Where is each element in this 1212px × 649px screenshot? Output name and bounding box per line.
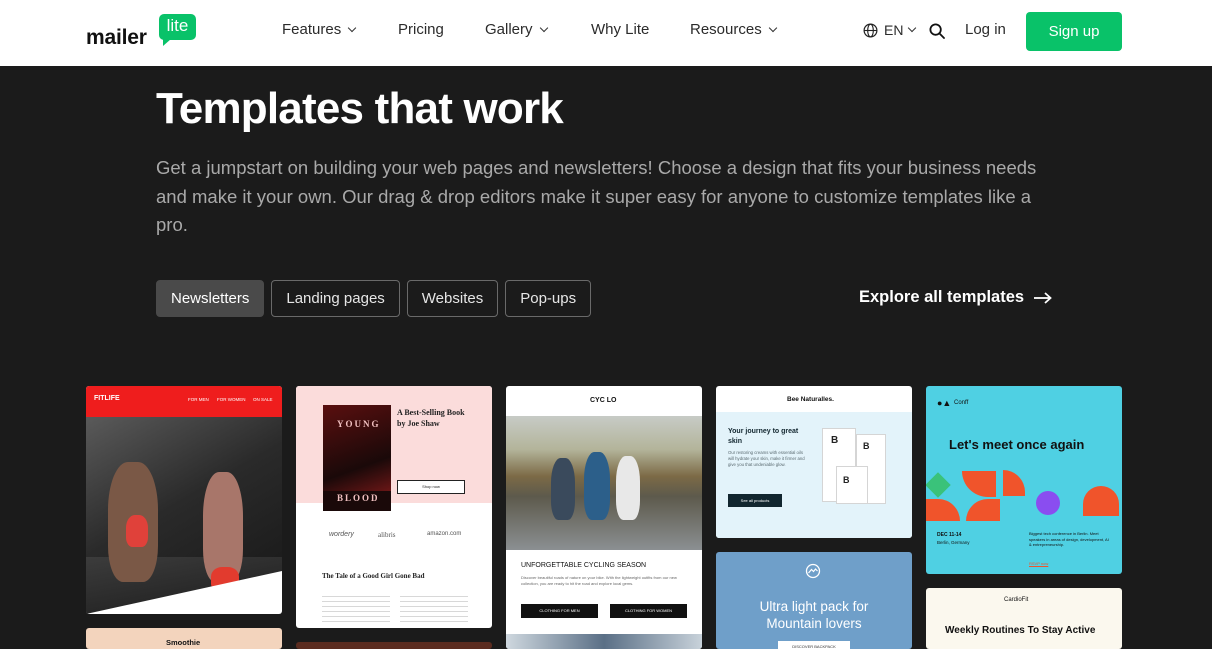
chevron-down-icon [347,23,357,32]
template-card-cyclo[interactable]: CYC LO UNFORGETTABLE CYCLING SEASON Disc… [506,386,702,649]
card-subtitle: The Tale of a Good Girl Gone Bad [322,572,425,580]
card-brand: CYC LO [590,397,617,404]
signup-button[interactable]: Sign up [1026,12,1122,51]
logo-word: mailer [86,26,147,49]
page-description: Get a jumpstart on building your web pag… [156,157,1037,235]
login-link[interactable]: Log in [965,21,1006,38]
template-card-fitlife[interactable]: FITLIFE FOR MEN FOR WOMEN ON SALE [86,386,282,614]
card-brand: FITLIFE [94,395,120,402]
nav-resources-label: Resources [690,21,762,38]
card-brand: Conff [954,400,969,406]
search-icon[interactable] [929,23,945,39]
conff-logo-icon: ●▲ [937,398,952,408]
arrow-right-icon [1034,291,1052,304]
globe-icon [863,23,878,37]
logo-badge: lite [159,14,196,46]
card-headline: Your journey to great skin [728,428,799,445]
mountain-logo-icon [805,563,821,579]
nav-gallery-label: Gallery [485,21,533,38]
athlete-figure [203,472,243,582]
cover-title-bottom: BLOOD [337,493,380,503]
nav-why-lite-label: Why Lite [591,21,650,38]
card-headline: Weekly Routines To Stay Active [945,625,1096,636]
card-headline: A Best-Selling Book by Joe Shaw [397,408,465,428]
chevron-down-icon [768,23,777,32]
tab-websites[interactable]: Websites [406,280,499,317]
rsvp-link: RSVP now [1029,561,1049,566]
cyclists-photo [506,416,702,550]
card-brand: Bee Naturalles. [787,396,834,403]
template-card[interactable] [296,642,492,649]
nav-gallery[interactable]: Gallery [485,21,548,38]
event-info: Biggest tech conference in Berlin. Meet … [1029,531,1109,547]
card-headline: Ultra light pack for Mountain lovers [759,599,869,631]
event-date: DEC 11-14 [937,532,962,538]
card-button: DISCOVER BACKPACK [792,644,836,649]
template-card-conff[interactable]: ●▲ Conff Let's meet once again DEC 11-14… [926,386,1122,574]
language-label: EN [884,22,904,38]
logo[interactable]: mailer lite [86,14,198,50]
template-card-book[interactable]: YOUNG BLOOD A Best-Selling Book by Joe S… [296,386,492,628]
nav-why-lite[interactable]: Why Lite [591,21,649,38]
card-button: See all products [740,498,770,503]
card-brand: CardioFit [1004,597,1029,603]
card-button: Shop now [397,480,465,494]
nav-features-label: Features [282,21,342,38]
event-location: Berlin, Germany [937,540,970,545]
card-link: ON SALE [253,397,273,402]
nav-pricing[interactable]: Pricing [398,21,444,38]
page-title: Templates that work [156,84,564,133]
chevron-down-icon [539,23,548,32]
explore-label: Explore all templates [859,288,1025,306]
card-link: FOR WOMEN [217,397,246,402]
site-header: mailer lite Features Pricing Gallery Why… [0,0,1212,66]
cover-title-top: YOUNG [337,419,381,429]
tab-pop-ups[interactable]: Pop-ups [505,280,592,317]
card-brand: Smoothie [166,638,201,647]
card-button: CLOTHING FOR MEN [539,608,580,613]
explore-all-templates-link[interactable]: Explore all templates [859,288,1052,307]
card-button: CLOTHING FOR WOMEN [624,608,673,613]
language-selector[interactable]: EN [863,22,917,38]
template-card-ultra-light[interactable]: Ultra light pack for Mountain lovers DIS… [716,552,912,649]
template-card-smoothie[interactable]: Smoothie [86,628,282,649]
card-headline: Let's meet once again [949,437,1085,452]
card-body: Our restoring creams with essential oils… [728,450,805,467]
template-tabs: Newsletters Landing pages Websites Pop-u… [156,280,592,317]
tab-landing-pages[interactable]: Landing pages [271,280,400,317]
tab-newsletters[interactable]: Newsletters [156,280,265,317]
template-card-bee-naturalles[interactable]: Bee Naturalles. Your journey to great sk… [716,386,912,538]
decorative-shape [962,471,996,497]
card-body: Discover beautiful roads of nature on yo… [521,575,677,586]
partner-logo: amazon.com [427,531,462,537]
nav-features[interactable]: Features [282,21,357,38]
template-card-cardiofit[interactable]: CardioFit Weekly Routines To Stay Active [926,588,1122,649]
product-box: B [836,466,868,504]
card-headline: UNFORGETTABLE CYCLING SEASON [521,562,647,569]
nav-resources[interactable]: Resources [690,21,777,38]
partner-logo: alibris [378,531,396,539]
chevron-down-icon [908,23,917,33]
nav-pricing-label: Pricing [398,21,444,38]
partner-logo: wordery [329,531,354,538]
card-link: FOR MEN [188,397,209,402]
